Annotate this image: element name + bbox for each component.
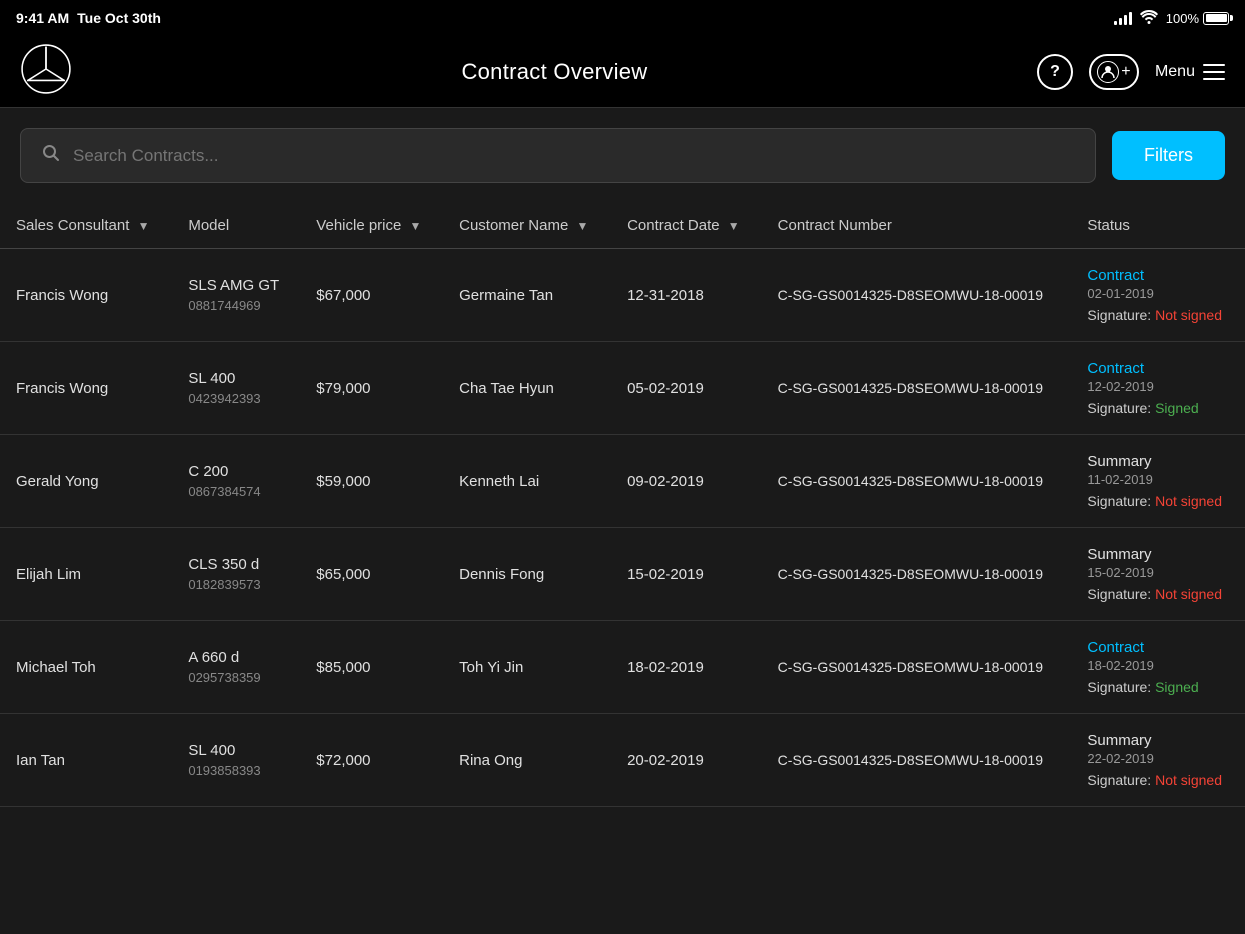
col-contract-date[interactable]: Contract Date ▼ xyxy=(611,203,762,249)
cell-status-4[interactable]: Contract 18-02-2019 Signature: Signed xyxy=(1071,621,1245,714)
cell-status-1[interactable]: Contract 12-02-2019 Signature: Signed xyxy=(1071,342,1245,435)
contracts-table: Sales Consultant ▼ Model Vehicle price ▼… xyxy=(0,203,1245,807)
table-row[interactable]: Francis Wong SL 400 0423942393 $79,000 C… xyxy=(0,342,1245,435)
add-user-button[interactable]: + xyxy=(1089,54,1139,90)
time-display: 9:41 AM xyxy=(16,10,69,26)
sort-arrow-customer: ▼ xyxy=(576,219,588,233)
cell-model-4: A 660 d 0295738359 xyxy=(172,621,300,714)
cell-price-0: $67,000 xyxy=(300,249,443,342)
cell-date-0: 12-31-2018 xyxy=(611,249,762,342)
help-icon: ? xyxy=(1050,63,1060,81)
contracts-table-container: Sales Consultant ▼ Model Vehicle price ▼… xyxy=(0,203,1245,807)
search-icon xyxy=(41,143,61,168)
date-display: Tue Oct 30th xyxy=(77,10,161,26)
battery-percent: 100% xyxy=(1166,11,1199,26)
cell-sales-consultant-3: Elijah Lim xyxy=(0,528,172,621)
help-button[interactable]: ? xyxy=(1037,54,1073,90)
cell-model-0: SLS AMG GT 0881744969 xyxy=(172,249,300,342)
sort-arrow-date: ▼ xyxy=(728,219,740,233)
search-box xyxy=(20,128,1096,183)
sort-arrow-sales-consultant: ▼ xyxy=(138,219,150,233)
table-row[interactable]: Elijah Lim CLS 350 d 0182839573 $65,000 … xyxy=(0,528,1245,621)
cell-date-4: 18-02-2019 xyxy=(611,621,762,714)
cell-customer-3: Dennis Fong xyxy=(443,528,611,621)
page-title: Contract Overview xyxy=(461,59,647,85)
cell-status-0[interactable]: Contract 02-01-2019 Signature: Not signe… xyxy=(1071,249,1245,342)
wifi-icon xyxy=(1140,10,1158,27)
status-bar: 9:41 AM Tue Oct 30th 100% xyxy=(0,0,1245,36)
status-bar-left: 9:41 AM Tue Oct 30th xyxy=(16,10,161,26)
cell-contract-number-4: C-​SG-​GS0014325-​D8SEOMWU-​18-​00019 xyxy=(762,621,1072,714)
cell-price-1: $79,000 xyxy=(300,342,443,435)
cell-model-1: SL 400 0423942393 xyxy=(172,342,300,435)
cell-date-5: 20-02-2019 xyxy=(611,714,762,807)
app-header: Contract Overview ? + Menu xyxy=(0,36,1245,108)
cell-model-5: SL 400 0193858393 xyxy=(172,714,300,807)
table-body: Francis Wong SLS AMG GT 0881744969 $67,0… xyxy=(0,249,1245,807)
cell-price-3: $65,000 xyxy=(300,528,443,621)
battery-icon: 100% xyxy=(1166,11,1229,26)
filters-button[interactable]: Filters xyxy=(1112,131,1225,180)
cell-contract-number-1: C-​SG-​GS0014325-​D8SEOMWU-​18-​00019 xyxy=(762,342,1072,435)
mercedes-logo xyxy=(20,43,72,100)
user-avatar-icon xyxy=(1097,61,1119,83)
menu-button[interactable]: Menu xyxy=(1155,63,1225,81)
cell-customer-5: Rina Ong xyxy=(443,714,611,807)
plus-icon: + xyxy=(1121,63,1130,81)
col-status: Status xyxy=(1071,203,1245,249)
status-bar-right: 100% xyxy=(1114,10,1229,27)
cell-date-2: 09-02-2019 xyxy=(611,435,762,528)
col-contract-number: Contract Number xyxy=(762,203,1072,249)
col-vehicle-price[interactable]: Vehicle price ▼ xyxy=(300,203,443,249)
cell-contract-number-5: C-​SG-​GS0014325-​D8SEOMWU-​18-​00019 xyxy=(762,714,1072,807)
header-actions: ? + Menu xyxy=(1037,54,1225,90)
cell-sales-consultant-4: Michael Toh xyxy=(0,621,172,714)
table-row[interactable]: Gerald Yong C 200 0867384574 $59,000 Ken… xyxy=(0,435,1245,528)
cell-price-4: $85,000 xyxy=(300,621,443,714)
cell-status-2[interactable]: Summary 11-02-2019 Signature: Not signed xyxy=(1071,435,1245,528)
table-header: Sales Consultant ▼ Model Vehicle price ▼… xyxy=(0,203,1245,249)
cell-contract-number-3: C-​SG-​GS0014325-​D8SEOMWU-​18-​00019 xyxy=(762,528,1072,621)
table-row[interactable]: Francis Wong SLS AMG GT 0881744969 $67,0… xyxy=(0,249,1245,342)
col-customer-name[interactable]: Customer Name ▼ xyxy=(443,203,611,249)
cell-customer-2: Kenneth Lai xyxy=(443,435,611,528)
menu-label: Menu xyxy=(1155,63,1195,81)
col-sales-consultant[interactable]: Sales Consultant ▼ xyxy=(0,203,172,249)
cell-customer-0: Germaine Tan xyxy=(443,249,611,342)
cell-sales-consultant-2: Gerald Yong xyxy=(0,435,172,528)
table-row[interactable]: Ian Tan SL 400 0193858393 $72,000 Rina O… xyxy=(0,714,1245,807)
search-input[interactable] xyxy=(73,146,1075,166)
cell-model-3: CLS 350 d 0182839573 xyxy=(172,528,300,621)
cell-sales-consultant-0: Francis Wong xyxy=(0,249,172,342)
cell-status-3[interactable]: Summary 15-02-2019 Signature: Not signed xyxy=(1071,528,1245,621)
cell-contract-number-0: C-​SG-​GS0014325-​D8SEOMWU-​18-​00019 xyxy=(762,249,1072,342)
table-row[interactable]: Michael Toh A 660 d 0295738359 $85,000 T… xyxy=(0,621,1245,714)
cell-date-3: 15-02-2019 xyxy=(611,528,762,621)
signal-icon xyxy=(1114,11,1132,25)
cell-contract-number-2: C-​SG-​GS0014325-​D8SEOMWU-​18-​00019 xyxy=(762,435,1072,528)
cell-status-5[interactable]: Summary 22-02-2019 Signature: Not signed xyxy=(1071,714,1245,807)
cell-customer-1: Cha Tae Hyun xyxy=(443,342,611,435)
cell-price-2: $59,000 xyxy=(300,435,443,528)
sort-arrow-price: ▼ xyxy=(410,219,422,233)
cell-customer-4: Toh Yi Jin xyxy=(443,621,611,714)
search-area: Filters xyxy=(0,108,1245,203)
cell-sales-consultant-5: Ian Tan xyxy=(0,714,172,807)
hamburger-icon xyxy=(1203,64,1225,80)
cell-sales-consultant-1: Francis Wong xyxy=(0,342,172,435)
cell-model-2: C 200 0867384574 xyxy=(172,435,300,528)
col-model: Model xyxy=(172,203,300,249)
cell-price-5: $72,000 xyxy=(300,714,443,807)
cell-date-1: 05-02-2019 xyxy=(611,342,762,435)
